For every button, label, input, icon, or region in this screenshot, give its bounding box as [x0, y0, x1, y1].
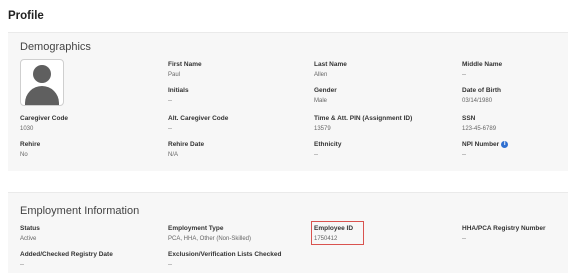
date-of-birth-label: Date of Birth — [462, 87, 501, 94]
info-icon[interactable]: i — [501, 141, 509, 148]
initials-label: Initials — [168, 87, 189, 94]
employment-card: Employment Information Status Active Emp… — [8, 192, 568, 273]
employee-id-label: Employee ID — [314, 225, 354, 232]
rehire-label: Rehire — [20, 141, 41, 148]
ethnicity-field: Ethnicity -- — [314, 141, 341, 159]
middle-name-value: -- — [462, 72, 466, 78]
employment-title: Employment Information — [20, 205, 140, 217]
caregiver-code-field: Caregiver Code 1030 — [20, 115, 68, 133]
first-name-field: First Name Paul — [168, 61, 202, 79]
employee-id-field: Employee ID 1750412 — [314, 225, 353, 243]
status-field: Status Active — [20, 225, 40, 243]
avatar-body-icon — [25, 86, 59, 105]
middle-name-field: Middle Name -- — [462, 61, 502, 79]
employment-type-value: PCA, HHA, Other (Non-Skilled) — [168, 236, 252, 242]
initials-field: Initials -- — [168, 87, 189, 105]
added-checked-registry-date-label: Added/Checked Registry Date — [20, 251, 113, 258]
status-value: Active — [20, 236, 37, 242]
ssn-value: 123-45-6789 — [462, 126, 497, 132]
date-of-birth-value: 03/14/1980 — [462, 98, 493, 104]
page-title: Profile — [8, 10, 44, 22]
caregiver-code-value: 1030 — [20, 126, 34, 132]
npi-number-label-text: NPI Number — [462, 141, 500, 149]
rehire-date-value: N/A — [168, 152, 179, 158]
gender-label: Gender — [314, 87, 337, 94]
exclusion-lists-checked-label: Exclusion/Verification Lists Checked — [168, 251, 282, 258]
rehire-field: Rehire No — [20, 141, 40, 159]
registry-number-value: -- — [462, 236, 466, 242]
employment-type-label: Employment Type — [168, 225, 224, 232]
avatar-head-icon — [33, 65, 51, 83]
npi-number-label: NPI Number i — [462, 141, 509, 149]
last-name-label: Last Name — [314, 61, 347, 68]
registry-number-field: HHA/PCA Registry Number -- — [462, 225, 546, 243]
added-checked-registry-date-field: Added/Checked Registry Date -- — [20, 251, 113, 269]
avatar — [20, 59, 64, 106]
alt-caregiver-code-value: -- — [168, 126, 172, 132]
time-att-pin-label: Time & Att. PIN (Assignment ID) — [314, 115, 413, 122]
rehire-date-field: Rehire Date N/A — [168, 141, 204, 159]
initials-value: -- — [168, 98, 172, 104]
ethnicity-label: Ethnicity — [314, 141, 342, 148]
demographics-card: Demographics First Name Paul Last Name A… — [8, 32, 568, 171]
ssn-field: SSN 123-45-6789 — [462, 115, 496, 133]
alt-caregiver-code-label: Alt. Caregiver Code — [168, 115, 229, 122]
first-name-label: First Name — [168, 61, 202, 68]
date-of-birth-field: Date of Birth 03/14/1980 — [462, 87, 501, 105]
time-att-pin-field: Time & Att. PIN (Assignment ID) 13579 — [314, 115, 412, 133]
last-name-value: Allen — [314, 72, 328, 78]
npi-number-value: -- — [462, 152, 466, 159]
alt-caregiver-code-field: Alt. Caregiver Code -- — [168, 115, 228, 133]
first-name-value: Paul — [168, 72, 181, 78]
rehire-date-label: Rehire Date — [168, 141, 205, 148]
last-name-field: Last Name Allen — [314, 61, 347, 79]
added-checked-registry-date-value: -- — [20, 262, 24, 268]
employee-id-value: 1750412 — [314, 236, 338, 242]
status-label: Status — [20, 225, 40, 232]
caregiver-code-label: Caregiver Code — [20, 115, 69, 122]
rehire-value: No — [20, 152, 28, 158]
time-att-pin-value: 13579 — [314, 126, 331, 132]
employment-type-field: Employment Type PCA, HHA, Other (Non-Ski… — [168, 225, 251, 243]
ssn-label: SSN — [462, 115, 476, 122]
demographics-title: Demographics — [20, 41, 91, 53]
exclusion-lists-checked-value: -- — [168, 262, 172, 268]
npi-number-field: NPI Number i -- — [462, 141, 509, 159]
exclusion-lists-checked-field: Exclusion/Verification Lists Checked -- — [168, 251, 281, 269]
middle-name-label: Middle Name — [462, 61, 503, 68]
gender-field: Gender Male — [314, 87, 337, 105]
gender-value: Male — [314, 98, 328, 104]
ethnicity-value: -- — [314, 152, 318, 158]
registry-number-label: HHA/PCA Registry Number — [462, 225, 546, 232]
